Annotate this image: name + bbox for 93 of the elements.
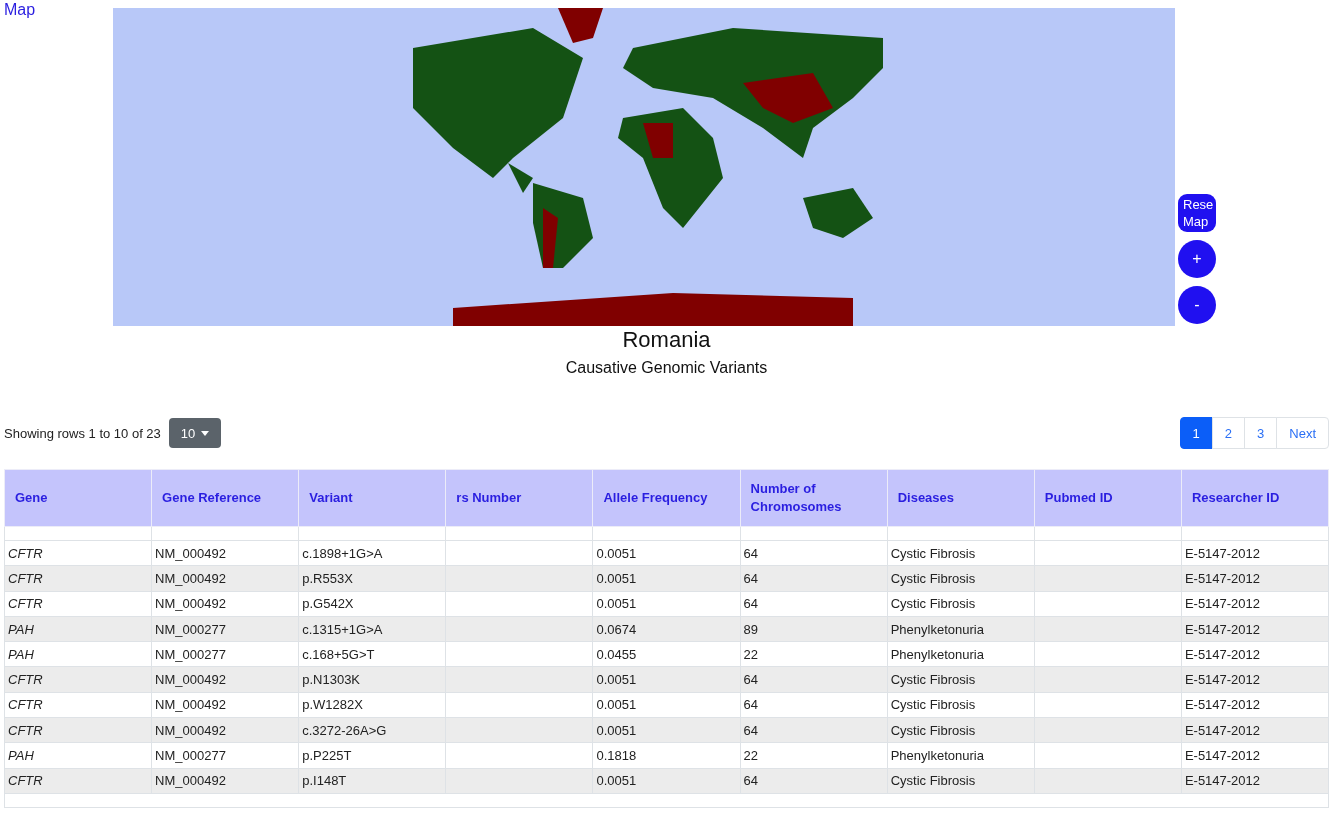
table-cell: p.N1303K [298, 667, 446, 693]
page-link[interactable]: 1 [1179, 417, 1213, 449]
table-cell: PAH [4, 616, 152, 642]
column-header[interactable]: Allele Frequency [592, 469, 741, 527]
table-cell: CFTR [4, 717, 152, 743]
table-cell: E-5147-2012 [1181, 768, 1329, 794]
table-cell: E-5147-2012 [1181, 667, 1329, 693]
table-cell: 22 [740, 641, 888, 667]
table-cell: E-5147-2012 [1181, 641, 1329, 667]
table-cell: E-5147-2012 [1181, 616, 1329, 642]
column-header[interactable]: Gene [4, 469, 152, 527]
reset-map-button[interactable]: Rese Map [1178, 194, 1216, 232]
table-cell: 0.0455 [592, 641, 741, 667]
column-header[interactable]: Pubmed ID [1034, 469, 1182, 527]
table-cell: E-5147-2012 [1181, 692, 1329, 718]
table-cell: 0.1818 [592, 742, 741, 769]
map-link[interactable]: Map [4, 1, 36, 19]
column-header[interactable]: Number of Chromosomes [740, 469, 888, 527]
table-cell: 64 [740, 692, 888, 718]
table-cell: 64 [740, 565, 888, 592]
table-cell: Cystic Fibrosis [887, 591, 1035, 617]
table-cell: p.I148T [298, 768, 446, 794]
table-cell: Cystic Fibrosis [887, 768, 1035, 794]
page-size-dropdown[interactable]: 10 [168, 418, 222, 448]
table-cell: CFTR [4, 565, 152, 592]
table-cell: p.R553X [298, 565, 446, 592]
table-cell: p.G542X [298, 591, 446, 617]
table-cell: NM_000277 [151, 641, 299, 667]
table-cell: CFTR [4, 540, 152, 566]
table-cell: CFTR [4, 667, 152, 693]
table-cell: NM_000277 [151, 742, 299, 769]
table-cell: NM_000492 [151, 540, 299, 566]
table-cell: NM_000492 [151, 591, 299, 617]
table-cell: c.1898+1G>A [298, 540, 446, 566]
table-cell: c.1315+1G>A [298, 616, 446, 642]
table-cell: NM_000492 [151, 565, 299, 592]
table-cell: 0.0674 [592, 616, 741, 642]
table-cell: 0.0051 [592, 717, 741, 743]
table-cell: 0.0051 [592, 667, 741, 693]
table-cell: 64 [740, 768, 888, 794]
page-title: Romania [622, 327, 711, 353]
table-cell: Phenylketonuria [887, 641, 1035, 667]
table-cell: 22 [740, 742, 888, 769]
table-cell: 64 [740, 667, 888, 693]
table-cell: 0.0051 [592, 768, 741, 794]
table-cell: E-5147-2012 [1181, 591, 1329, 617]
table-cell: NM_000492 [151, 667, 299, 693]
table-cell: 64 [740, 540, 888, 566]
table-cell: c.168+5G>T [298, 641, 446, 667]
table-cell: NM_000492 [151, 768, 299, 794]
table-cell: 64 [740, 591, 888, 617]
table-cell: E-5147-2012 [1181, 540, 1329, 566]
table-cell: Cystic Fibrosis [887, 565, 1035, 592]
table-cell: 0.0051 [592, 692, 741, 718]
table-cell: NM_000492 [151, 692, 299, 718]
column-header[interactable]: Diseases [887, 469, 1035, 527]
table-cell: Cystic Fibrosis [887, 717, 1035, 743]
table-cell: E-5147-2012 [1181, 717, 1329, 743]
table-cell: 0.0051 [592, 565, 741, 592]
table-cell: 0.0051 [592, 540, 741, 566]
table-cell: NM_000492 [151, 717, 299, 743]
table-cell: PAH [4, 641, 152, 667]
table-cell: E-5147-2012 [1181, 742, 1329, 769]
table-cell: Cystic Fibrosis [887, 540, 1035, 566]
table-cell: 89 [740, 616, 888, 642]
table-cell: 64 [740, 717, 888, 743]
table-cell: p.W1282X [298, 692, 446, 718]
column-header[interactable]: rs Number [445, 469, 593, 527]
caret-icon [201, 430, 210, 436]
table-cell: PAH [4, 742, 152, 769]
table-cell: E-5147-2012 [1181, 565, 1329, 592]
column-header[interactable]: Variant [298, 469, 446, 527]
table-cell: Phenylketonuria [887, 616, 1035, 642]
table-cell: CFTR [4, 591, 152, 617]
page-link[interactable]: Next [1276, 417, 1329, 449]
table-cell: Phenylketonuria [887, 742, 1035, 769]
table-cell: CFTR [4, 768, 152, 794]
page-link[interactable]: 2 [1211, 417, 1246, 449]
table-cell: 0.0051 [592, 591, 741, 617]
table-cell: NM_000277 [151, 616, 299, 642]
world-map-drawing[interactable] [113, 8, 1175, 326]
page-link[interactable]: 3 [1244, 417, 1278, 449]
column-header[interactable]: Gene Reference [151, 469, 299, 527]
page-subtitle: Causative Genomic Variants [565, 359, 768, 377]
zoom-button[interactable]: + [1178, 240, 1216, 278]
rows-summary: Showing rows 1 to 10 of 23 [4, 425, 161, 441]
table-cell: c.3272-26A>G [298, 717, 446, 743]
table-cell: CFTR [4, 692, 152, 718]
table-cell: p.P225T [298, 742, 446, 769]
table-cell: Cystic Fibrosis [887, 692, 1035, 718]
column-header[interactable]: Researcher ID [1181, 469, 1329, 527]
table-cell: Cystic Fibrosis [887, 667, 1035, 693]
zoom-button[interactable]: - [1178, 286, 1216, 324]
